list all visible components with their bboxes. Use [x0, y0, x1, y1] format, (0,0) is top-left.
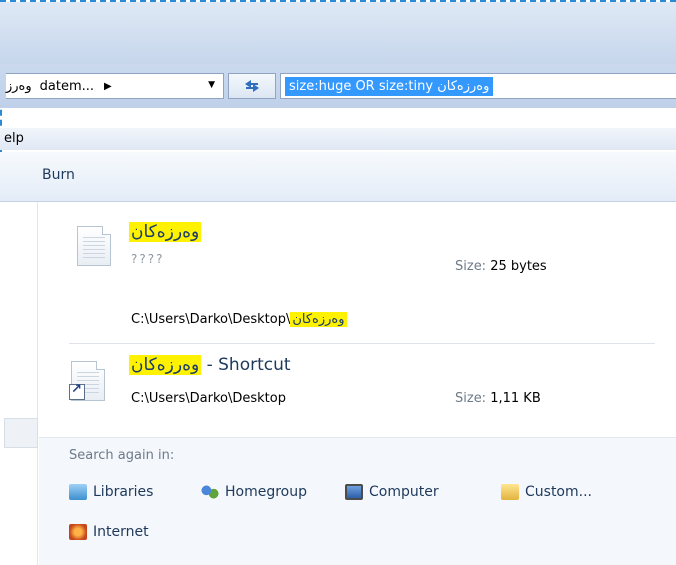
search-again-panel: Search again in: Libraries Homegroup Com…	[39, 437, 676, 565]
command-bar: Burn	[0, 152, 676, 202]
custom-icon	[501, 484, 519, 500]
address-prefix: وەرز	[6, 78, 32, 94]
address-row: وەرز datem... ▶ ▼ وەرزەکان size:huge OR …	[0, 64, 676, 108]
search-query: وەرزەکان size:huge OR size:tiny	[285, 76, 494, 96]
address-dropdown-icon[interactable]: ▼	[208, 80, 215, 90]
search-location-libraries[interactable]: Libraries	[69, 484, 153, 500]
breadcrumb-separator-icon[interactable]: ▶	[104, 81, 112, 92]
search-location-custom[interactable]: Custom...	[501, 484, 592, 500]
result-size: Size: 1,11 KB	[455, 391, 541, 406]
breadcrumb[interactable]: datem...	[40, 79, 94, 94]
search-location-computer[interactable]: Computer	[345, 484, 439, 500]
result-name: وەرزەکان - Shortcut	[129, 355, 291, 375]
burn-button[interactable]: Burn	[42, 167, 75, 183]
search-input[interactable]: وەرزەکان size:huge OR size:tiny	[280, 73, 676, 99]
shortcut-arrow-icon	[69, 382, 85, 400]
search-result-item[interactable]: وەرزەکان ???? Size: 25 bytes C:\Users\Da…	[39, 202, 676, 342]
address-bar[interactable]: وەرز datem... ▶ ▼	[6, 73, 224, 99]
text-file-icon	[77, 226, 111, 266]
result-subtitle: ????	[131, 252, 165, 266]
libraries-icon	[69, 484, 87, 500]
menu-bar: elp	[0, 128, 676, 150]
results-pane: وەرزەکان ???? Size: 25 bytes C:\Users\Da…	[39, 202, 676, 565]
result-path: C:\Users\Darko\Desktop\ وەرزەکان	[131, 312, 347, 327]
navigation-pane	[0, 202, 38, 565]
result-name: وەرزەکان	[129, 222, 202, 242]
menu-help[interactable]: elp	[4, 131, 24, 146]
result-size: Size: 25 bytes	[455, 259, 547, 274]
homegroup-icon	[201, 484, 219, 500]
search-result-item[interactable]: وەرزەکان - Shortcut C:\Users\Darko\Deskt…	[39, 345, 676, 435]
internet-icon	[69, 524, 87, 540]
computer-icon	[345, 484, 363, 500]
refresh-button[interactable]	[228, 73, 276, 99]
result-path: C:\Users\Darko\Desktop	[131, 391, 286, 406]
refresh-icon	[245, 80, 259, 92]
search-location-homegroup[interactable]: Homegroup	[201, 484, 307, 500]
divider	[69, 343, 655, 344]
nav-scrollbar-thumb[interactable]	[4, 418, 38, 448]
search-again-title: Search again in:	[69, 448, 175, 463]
title-bar	[0, 2, 676, 64]
search-location-internet[interactable]: Internet	[69, 524, 149, 540]
